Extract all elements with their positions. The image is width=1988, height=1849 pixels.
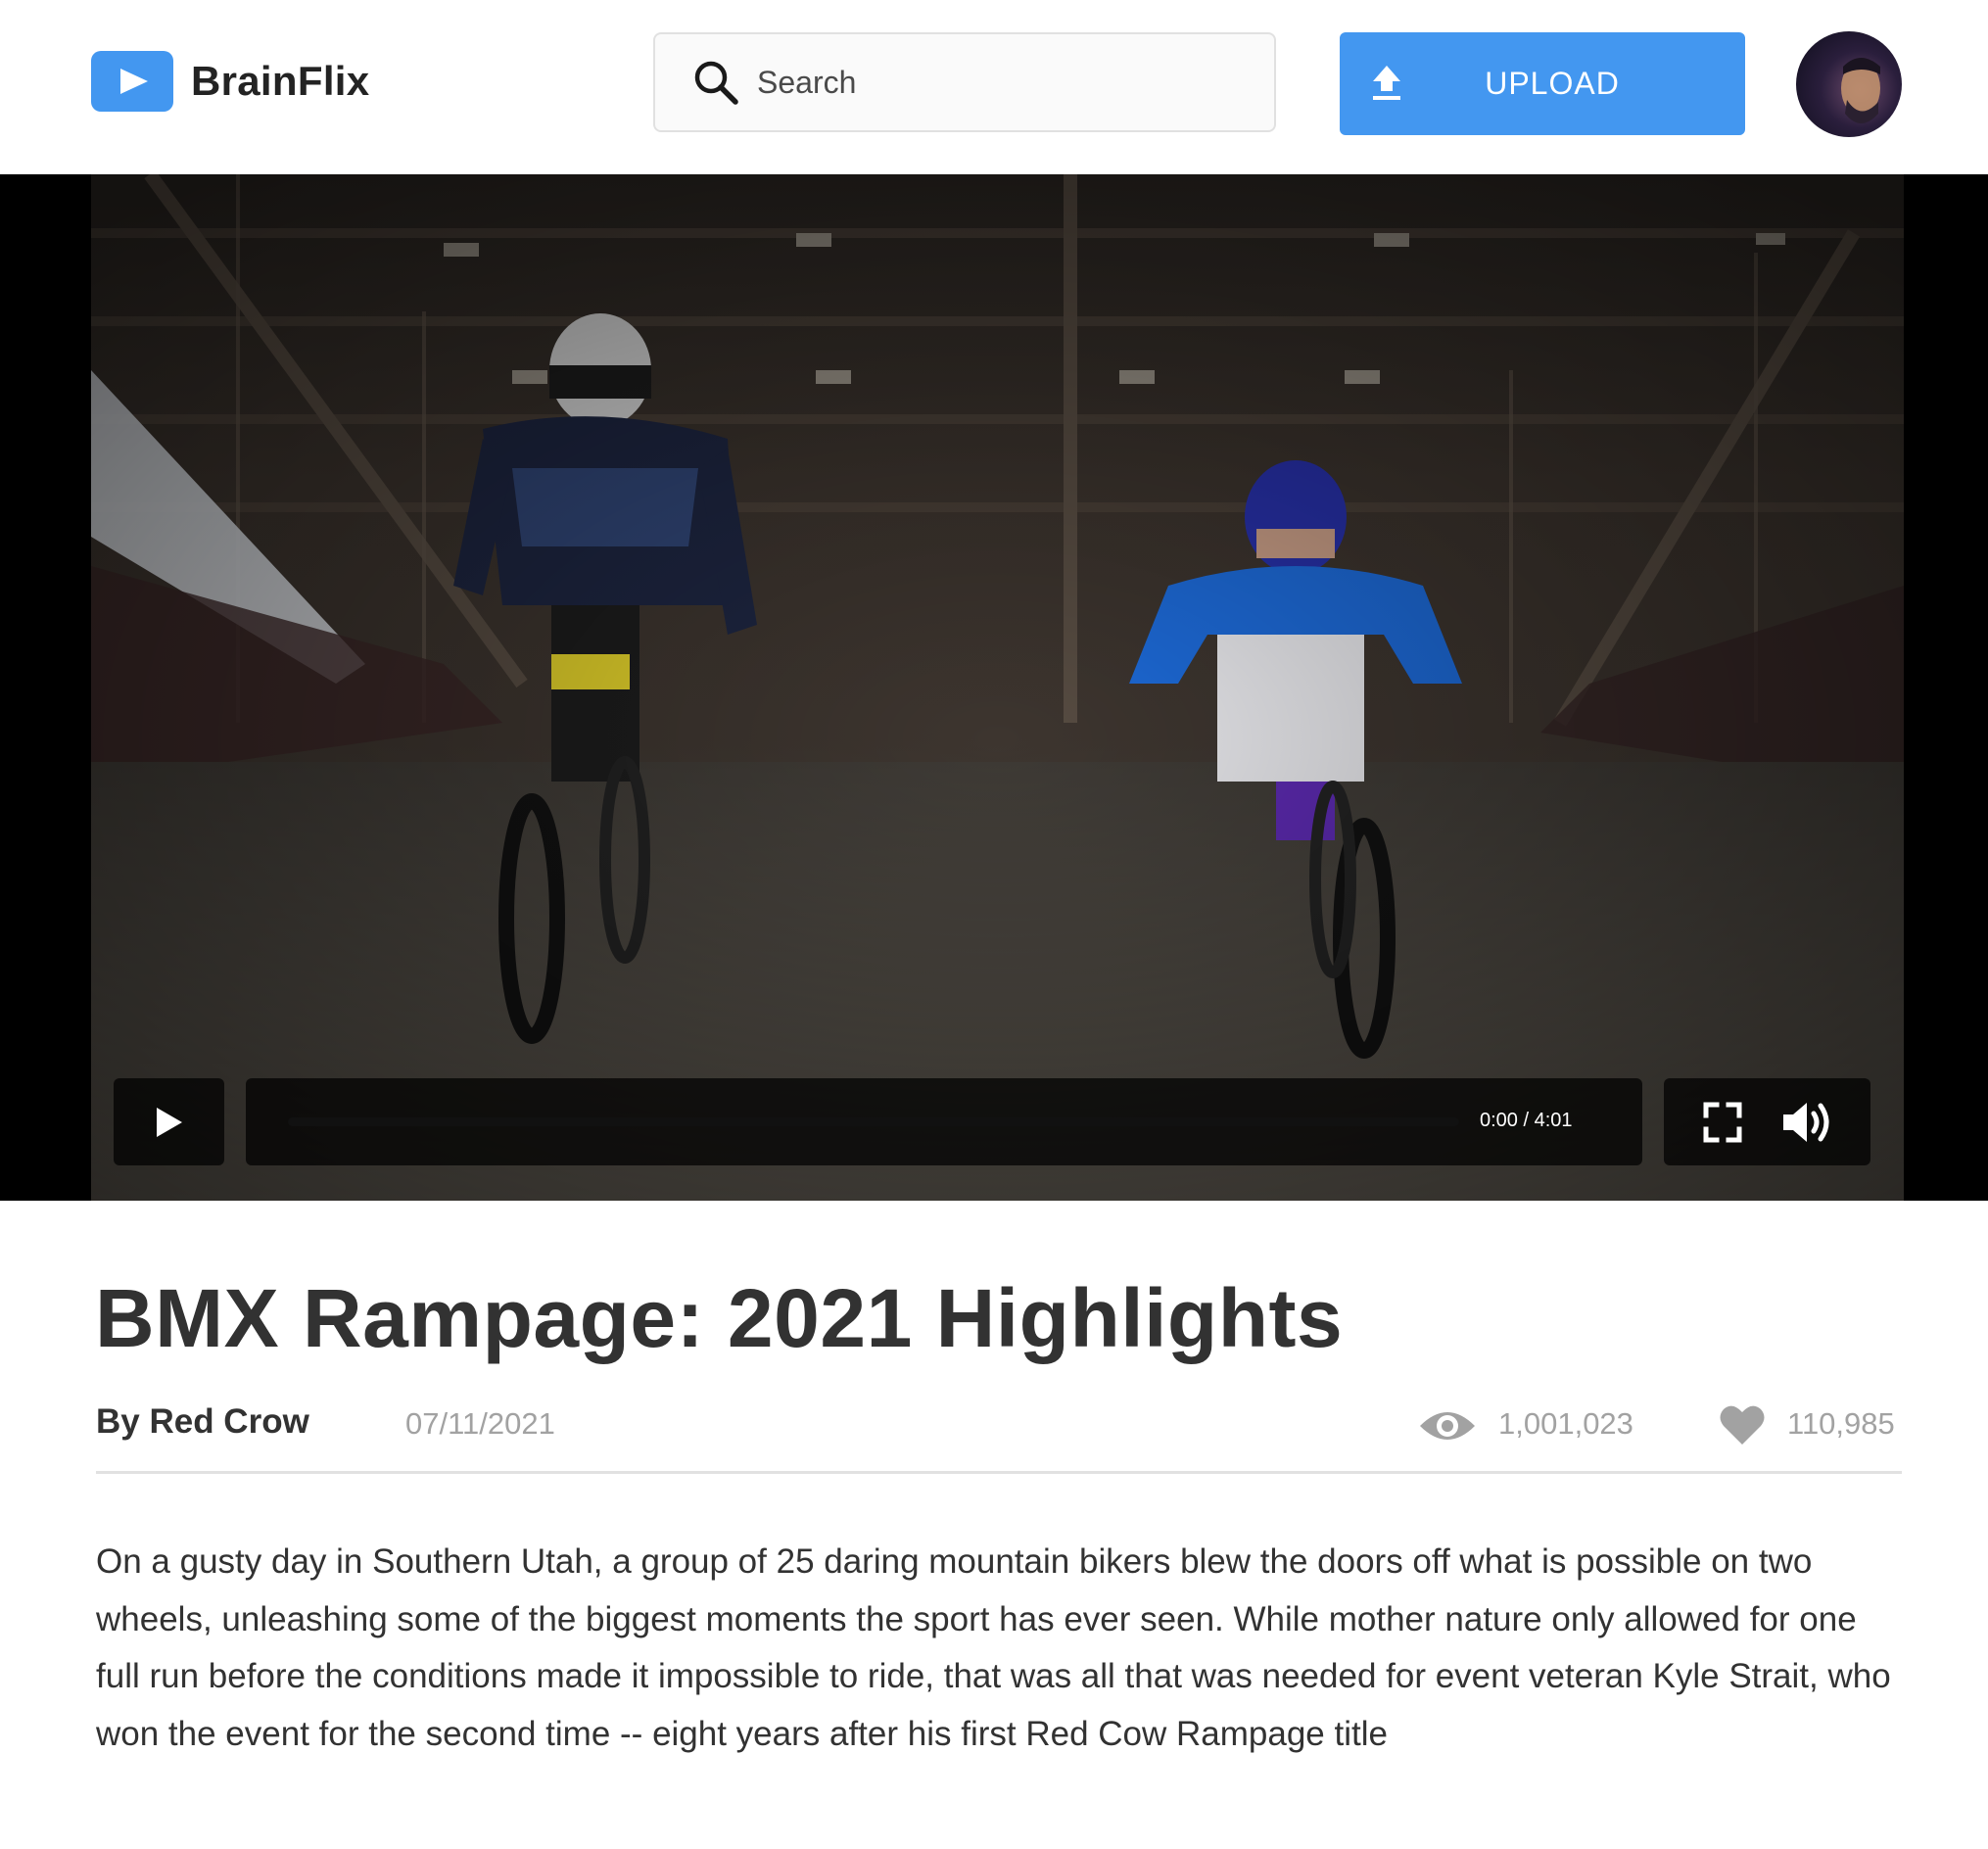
- view-count: 1,001,023: [1498, 1406, 1633, 1441]
- video-author: By Red Crow: [96, 1402, 309, 1441]
- search-box[interactable]: [653, 32, 1276, 132]
- eye-icon: [1420, 1412, 1475, 1440]
- fullscreen-icon[interactable]: [1703, 1102, 1742, 1143]
- video-date: 07/11/2021: [405, 1406, 555, 1441]
- video-description: On a gusty day in Southern Utah, a group…: [96, 1542, 1891, 1753]
- video-title: BMX Rampage: 2021 Highlights: [95, 1272, 1344, 1364]
- time-display: 0:00 / 4:01: [1480, 1110, 1573, 1131]
- site-header: BrainFlix UPLOAD: [0, 0, 1988, 174]
- progress-track[interactable]: [288, 1117, 1459, 1126]
- heart-icon[interactable]: [1719, 1403, 1766, 1446]
- volume-icon[interactable]: [1781, 1100, 1834, 1145]
- user-avatar[interactable]: [1796, 31, 1902, 137]
- search-input[interactable]: [755, 63, 1268, 102]
- logo-play-icon: [91, 51, 173, 112]
- upload-button-label: UPLOAD: [1485, 66, 1620, 101]
- logo-text: BrainFlix: [191, 58, 370, 104]
- scrubber-bar: 0:00 / 4:01: [246, 1078, 1642, 1165]
- like-count: 110,985: [1787, 1406, 1895, 1441]
- play-icon: [157, 1108, 182, 1137]
- video-thumbnail: [91, 174, 1904, 1201]
- upload-button[interactable]: UPLOAD: [1340, 32, 1745, 135]
- video-player[interactable]: 0:00 / 4:01: [0, 174, 1988, 1201]
- avatar-image: [1841, 58, 1880, 123]
- play-button[interactable]: [114, 1078, 224, 1165]
- player-controls-right: [1664, 1078, 1870, 1165]
- brainflix-logo[interactable]: BrainFlix: [91, 51, 369, 112]
- search-icon: [694, 61, 738, 105]
- video-frame[interactable]: [91, 174, 1904, 1201]
- details-divider: [96, 1471, 1902, 1474]
